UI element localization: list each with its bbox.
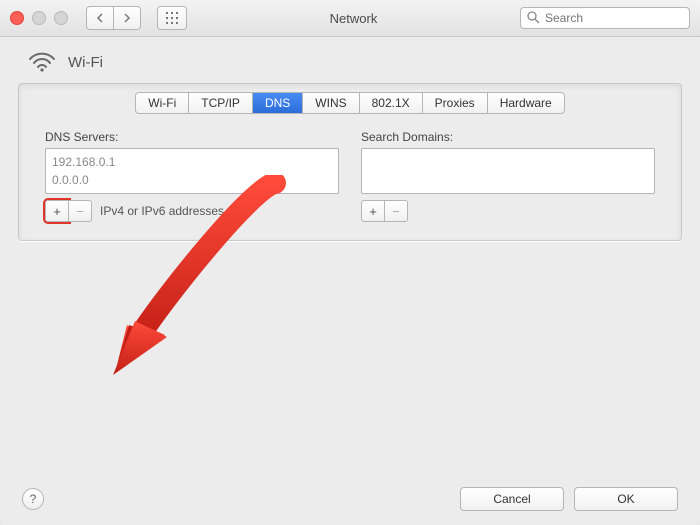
tab-dns[interactable]: DNS (253, 93, 303, 113)
dns-plus-minus: + − (45, 200, 92, 222)
wifi-icon (28, 51, 56, 73)
dns-entry[interactable]: 192.168.0.1 (52, 153, 332, 171)
search-input[interactable] (520, 7, 690, 29)
search-field-wrap (520, 7, 690, 29)
grid-icon (166, 12, 178, 24)
tab-proxies[interactable]: Proxies (423, 93, 488, 113)
dns-add-button[interactable]: + (45, 200, 69, 222)
chevron-left-icon (96, 13, 104, 23)
network-prefs-window: Network Wi-Fi Wi-Fi TCP/ (0, 0, 700, 525)
ok-button[interactable]: OK (574, 487, 678, 511)
connection-name: Wi-Fi (68, 54, 103, 71)
search-domains-add-button[interactable]: + (361, 200, 385, 222)
show-all-button[interactable] (157, 6, 187, 30)
search-icon (526, 10, 540, 24)
dns-remove-button[interactable]: − (69, 200, 92, 222)
columns: DNS Servers: 192.168.0.1 0.0.0.0 + − IPv… (19, 114, 681, 222)
search-domains-label: Search Domains: (361, 130, 655, 144)
close-window-icon[interactable] (10, 11, 24, 25)
connection-header: Wi-Fi (0, 37, 700, 83)
dns-servers-column: DNS Servers: 192.168.0.1 0.0.0.0 + − IPv… (45, 130, 339, 222)
search-domains-column: Search Domains: + − (361, 130, 655, 222)
tab-8021x[interactable]: 802.1X (360, 93, 423, 113)
dns-servers-list[interactable]: 192.168.0.1 0.0.0.0 (45, 148, 339, 194)
search-domains-remove-button[interactable]: − (385, 200, 408, 222)
search-domains-plus-minus: + − (361, 200, 408, 222)
window-controls (10, 11, 68, 25)
minimize-window-icon (32, 11, 46, 25)
settings-sheet: Wi-Fi TCP/IP DNS WINS 802.1X Proxies Har… (18, 83, 682, 241)
zoom-window-icon (54, 11, 68, 25)
window-title: Network (195, 11, 512, 26)
tab-strip: Wi-Fi TCP/IP DNS WINS 802.1X Proxies Har… (19, 92, 681, 114)
tabs: Wi-Fi TCP/IP DNS WINS 802.1X Proxies Har… (135, 92, 564, 114)
titlebar: Network (0, 0, 700, 37)
dns-entry[interactable]: 0.0.0.0 (52, 171, 332, 189)
nav-buttons (86, 6, 141, 30)
tab-wins[interactable]: WINS (303, 93, 359, 113)
dns-servers-label: DNS Servers: (45, 130, 339, 144)
cancel-button[interactable]: Cancel (460, 487, 564, 511)
search-domains-list[interactable] (361, 148, 655, 194)
back-button[interactable] (86, 6, 114, 30)
chevron-right-icon (123, 13, 131, 23)
forward-button[interactable] (114, 6, 141, 30)
help-button[interactable]: ? (22, 488, 44, 510)
tab-hardware[interactable]: Hardware (488, 93, 564, 113)
tab-wifi[interactable]: Wi-Fi (136, 93, 189, 113)
search-domains-controls-row: + − (361, 200, 655, 222)
dns-controls-row: + − IPv4 or IPv6 addresses (45, 200, 339, 222)
tab-tcpip[interactable]: TCP/IP (189, 93, 253, 113)
dns-hint: IPv4 or IPv6 addresses (100, 204, 224, 218)
footer: ? Cancel OK (0, 473, 700, 525)
